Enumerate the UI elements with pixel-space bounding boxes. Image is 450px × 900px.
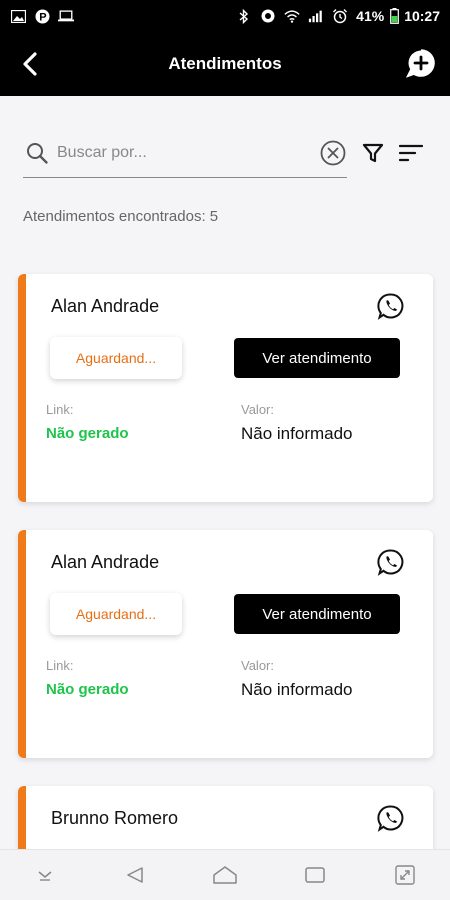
- value-value: Não informado: [241, 680, 353, 699]
- card-accent-bar: [18, 274, 26, 502]
- filter-icon: [362, 143, 384, 163]
- whatsapp-icon: [377, 805, 404, 832]
- recents-icon: [305, 867, 325, 883]
- whatsapp-icon: [377, 549, 404, 576]
- value-value: Não informado: [241, 424, 353, 443]
- search-input[interactable]: [57, 143, 319, 162]
- chevron-down-icon: [38, 871, 52, 881]
- status-bar: P 41% 10:27: [0, 0, 450, 32]
- expand-icon: [395, 865, 415, 885]
- whatsapp-button[interactable]: [377, 804, 405, 832]
- value-label: Valor:: [241, 658, 274, 673]
- search-icon: [23, 142, 51, 164]
- battery-percent: 41%: [356, 8, 385, 24]
- link-label: Link:: [46, 402, 74, 417]
- value-label: Valor:: [241, 402, 274, 417]
- status-bar-left: P: [10, 8, 74, 24]
- client-name: Alan Andrade: [51, 552, 160, 572]
- laptop-icon: [58, 8, 74, 24]
- link-label: Link:: [46, 658, 74, 673]
- nav-back-button[interactable]: [115, 855, 155, 895]
- battery-icon: [386, 8, 402, 24]
- app-header: Atendimentos: [0, 32, 450, 96]
- status-bar-right: 41% 10:27: [236, 8, 440, 24]
- chat-add-icon: [406, 49, 435, 78]
- link-value: Não gerado: [46, 425, 129, 442]
- view-attendance-button[interactable]: Ver atendimento: [234, 594, 400, 634]
- gallery-icon: [10, 8, 26, 24]
- card-accent-bar: [18, 530, 26, 758]
- filter-button[interactable]: [359, 139, 387, 167]
- back-button[interactable]: [14, 48, 46, 80]
- system-nav-bar: [0, 849, 450, 900]
- search-field: [23, 128, 347, 178]
- sort-icon: [399, 144, 423, 162]
- bluetooth-icon: [236, 8, 252, 24]
- signal-icon: [308, 8, 324, 24]
- nav-recents-button[interactable]: [295, 855, 335, 895]
- client-name: Alan Andrade: [51, 296, 160, 316]
- chevron-left-icon: [23, 52, 37, 76]
- status-chip: Aguardand...: [50, 593, 182, 635]
- results-count: Atendimentos encontrados: 5: [23, 208, 219, 225]
- sync-icon: [260, 8, 276, 24]
- whatsapp-button[interactable]: [377, 292, 405, 320]
- back-triangle-icon: [127, 867, 143, 883]
- nav-expand-button[interactable]: [385, 855, 425, 895]
- new-attendance-button[interactable]: [404, 46, 438, 80]
- nav-home-button[interactable]: [205, 855, 245, 895]
- hide-nav-button[interactable]: [25, 855, 65, 895]
- clock: 10:27: [404, 8, 440, 24]
- whatsapp-button[interactable]: [377, 548, 405, 576]
- wifi-icon: [284, 8, 300, 24]
- status-chip: Aguardand...: [50, 337, 182, 379]
- parking-icon: P: [34, 8, 50, 24]
- sort-button[interactable]: [397, 139, 425, 167]
- view-attendance-button[interactable]: Ver atendimento: [234, 338, 400, 378]
- home-icon: [213, 866, 237, 884]
- clear-search-button[interactable]: [319, 139, 347, 167]
- page-title: Atendimentos: [168, 54, 282, 73]
- link-value: Não gerado: [46, 681, 129, 698]
- client-name: Brunno Romero: [51, 808, 179, 828]
- attendance-card: Alan Andrade Aguardand... Ver atendiment…: [18, 274, 433, 502]
- search-row: [23, 128, 427, 178]
- svg-text:P: P: [39, 11, 46, 23]
- close-circle-icon: [320, 140, 346, 165]
- attendance-card: Alan Andrade Aguardand... Ver atendiment…: [18, 530, 433, 758]
- whatsapp-icon: [377, 293, 404, 320]
- alarm-icon: [332, 8, 348, 24]
